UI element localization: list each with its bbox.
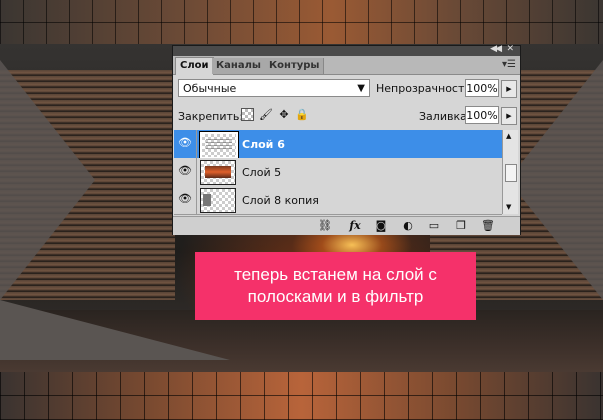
visibility-toggle[interactable]: 👁 xyxy=(174,130,197,158)
layers-panel: ◀◀ ✕ Слои Каналы Контуры ▾☰ Обычные ▼ Не… xyxy=(172,44,521,235)
lock-transparency-icon[interactable] xyxy=(241,108,254,121)
lock-row: Закрепить: 🖌 ✥ 🔒 Заливка: 100% ▶ xyxy=(178,106,517,126)
lock-all-icon[interactable]: 🔒 xyxy=(295,108,309,122)
opacity-arrow-icon[interactable]: ▶ xyxy=(501,80,517,98)
group-folder-icon[interactable]: ▭ xyxy=(427,219,441,233)
visibility-toggle[interactable]: 👁 xyxy=(174,186,197,214)
blend-row: Обычные ▼ Непрозрачность: 100% ▶ xyxy=(178,79,517,99)
chevron-down-icon: ▼ xyxy=(357,83,365,94)
eye-icon: 👁 xyxy=(178,192,192,205)
visibility-toggle[interactable]: 👁 xyxy=(174,158,197,186)
link-icon[interactable]: ⛓ xyxy=(316,219,334,233)
opacity-label: Непрозрачность: xyxy=(376,82,475,95)
blend-mode-value: Обычные xyxy=(183,82,237,95)
layer-row[interactable]: 👁 Слой 8 копия xyxy=(174,186,502,215)
lock-pixels-brush-icon[interactable]: 🖌 xyxy=(259,108,273,122)
eye-icon: 👁 xyxy=(178,136,192,149)
fill-input[interactable]: 100% xyxy=(465,106,499,124)
tab-channels[interactable]: Каналы xyxy=(212,58,266,74)
caption-line-2: полосками и в фильтр xyxy=(247,287,424,306)
scroll-down-icon[interactable]: ▼ xyxy=(506,203,511,211)
close-icon[interactable]: ✕ xyxy=(506,44,514,54)
layers-scrollbar[interactable]: ▲ ▼ xyxy=(502,130,518,214)
lock-position-move-icon[interactable]: ✥ xyxy=(277,108,291,122)
mask-icon[interactable]: ◙ xyxy=(374,219,388,233)
layer-name[interactable]: Слой 8 копия xyxy=(242,194,319,207)
lock-label: Закрепить: xyxy=(178,110,244,123)
panel-bottom-bar: ⛓ fx ◙ ◐ ▭ ❐ 🗑 xyxy=(173,216,520,235)
layer-row[interactable]: 👁 Слой 6 xyxy=(174,130,502,160)
eye-icon: 👁 xyxy=(178,164,192,177)
tab-paths[interactable]: Контуры xyxy=(265,58,325,74)
tiled-floor xyxy=(0,372,603,420)
layer-name[interactable]: Слой 5 xyxy=(242,166,281,179)
fill-label: Заливка: xyxy=(419,110,471,123)
new-layer-icon[interactable]: ❐ xyxy=(454,219,468,233)
blend-mode-select[interactable]: Обычные ▼ xyxy=(178,79,370,97)
tab-layers[interactable]: Слои xyxy=(175,57,214,75)
caption-banner: теперь встанем на слой с полосками и в ф… xyxy=(195,252,476,320)
scroll-up-icon[interactable]: ▲ xyxy=(506,132,511,140)
left-wall-wedge xyxy=(0,60,95,300)
right-wall-wedge xyxy=(508,60,603,300)
layer-name[interactable]: Слой 6 xyxy=(242,138,285,151)
layer-thumbnail xyxy=(200,160,236,185)
caption-line-1: теперь встанем на слой с xyxy=(234,265,437,284)
layer-thumbnail xyxy=(200,188,236,213)
panel-menu-icon[interactable]: ▾☰ xyxy=(502,59,516,70)
layers-list: 👁 Слой 6 👁 Слой 5 👁 Слой 8 копия xyxy=(174,130,502,215)
panel-titlebar[interactable]: ◀◀ ✕ xyxy=(173,44,520,56)
fill-arrow-icon[interactable]: ▶ xyxy=(501,107,517,125)
collapse-icon[interactable]: ◀◀ xyxy=(490,44,502,54)
trash-icon[interactable]: 🗑 xyxy=(481,219,495,233)
layer-thumbnail xyxy=(199,131,239,160)
tiled-ceiling xyxy=(0,0,603,44)
opacity-input[interactable]: 100% xyxy=(465,79,499,97)
layer-row[interactable]: 👁 Слой 5 xyxy=(174,158,502,187)
adjustment-icon[interactable]: ◐ xyxy=(401,219,415,233)
scroll-thumb[interactable] xyxy=(505,164,517,182)
fx-icon[interactable]: fx xyxy=(345,219,365,233)
panel-tabbar: Слои Каналы Контуры ▾☰ xyxy=(173,56,520,75)
